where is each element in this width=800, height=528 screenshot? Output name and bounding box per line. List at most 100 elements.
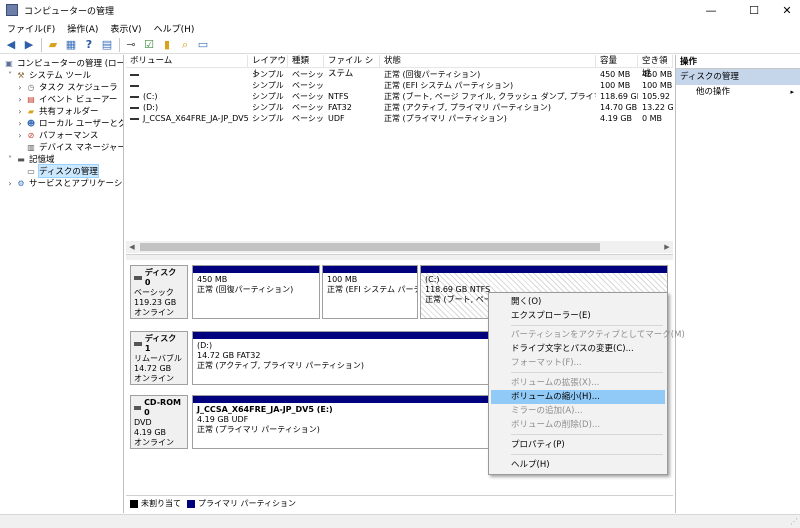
- menu-item-properties[interactable]: プロパティ(P): [491, 438, 665, 452]
- table-row[interactable]: J_CCSA_X64FRE_JA-JP_DV5 (E:) シンプル ベーシック …: [126, 113, 673, 124]
- legend-swatch: [187, 499, 195, 508]
- menu-item-change-drive-letter[interactable]: ドライブ文字とパスの変更(C)...: [491, 342, 665, 356]
- scrollbar-thumb[interactable]: [140, 243, 600, 251]
- resize-grip-icon[interactable]: ⋰: [790, 517, 798, 526]
- actions-pane: 操作 ディスクの管理 他の操作 ▸: [675, 55, 800, 513]
- checklist-icon[interactable]: ☑: [142, 38, 156, 52]
- table-row[interactable]: シンプル ベーシック 正常 (EFI システム パーティション) 100 MB …: [126, 80, 673, 91]
- menu-item-open[interactable]: 開く(O): [491, 295, 665, 309]
- menu-separator: [511, 372, 663, 373]
- chevron-right-icon[interactable]: ›: [16, 95, 24, 104]
- tree-item-disk-management[interactable]: ▭ ディスクの管理: [16, 164, 99, 178]
- new-file-icon[interactable]: ▮: [160, 38, 174, 52]
- connect-icon[interactable]: ⊸: [124, 38, 138, 52]
- table-row[interactable]: (D:) シンプル ベーシック FAT32 正常 (アクティブ, プライマリ パ…: [126, 102, 673, 113]
- disk-0-header[interactable]: ディスク 0 ベーシック 119.23 GB オンライン: [130, 265, 188, 319]
- properties-icon[interactable]: ▤: [100, 38, 114, 52]
- scroll-left-icon[interactable]: ◀: [126, 241, 138, 253]
- tree-item-event-viewer[interactable]: › ▤ イベント ビューアー: [16, 93, 117, 106]
- other-actions-item[interactable]: 他の操作 ▸: [676, 85, 800, 99]
- computer-management-icon: ▣: [5, 58, 13, 68]
- column-header-volume[interactable]: ボリューム: [126, 55, 248, 68]
- list-view-icon[interactable]: ▭: [196, 38, 210, 52]
- pane-splitter[interactable]: [126, 254, 673, 260]
- table-row[interactable]: (C:) シンプル ベーシック NTFS 正常 (ブート, ページ ファイル, …: [126, 91, 673, 102]
- search-icon[interactable]: ⌕: [178, 38, 192, 52]
- tree-item-storage[interactable]: ˅ ▬ 記憶域: [6, 153, 55, 166]
- shared-folder-icon: ▰: [27, 106, 35, 116]
- tree-item-local-users[interactable]: › ☻ ローカル ユーザーとグループ: [16, 117, 123, 130]
- actions-section-disk-management[interactable]: ディスクの管理: [676, 69, 800, 85]
- tree-item-task-scheduler[interactable]: › ◷ タスク スケジューラ: [16, 81, 117, 94]
- back-arrow-icon[interactable]: ◀: [4, 38, 18, 52]
- cdrom-0-header[interactable]: CD-ROM 0 DVD 4.19 GB オンライン: [130, 395, 188, 449]
- show-hide-tree-icon[interactable]: ▦: [64, 38, 78, 52]
- column-header-layout[interactable]: レイアウト: [248, 55, 288, 79]
- chevron-right-icon[interactable]: ›: [6, 179, 14, 188]
- column-header-filesystem[interactable]: ファイル システム: [324, 55, 380, 79]
- clock-icon: ◷: [27, 82, 35, 92]
- partition-efi[interactable]: 100 MB 正常 (EFI システム パーティショ: [322, 265, 418, 319]
- legend-item-primary: プライマリ パーティション: [187, 498, 296, 509]
- close-button[interactable]: ✕: [774, 0, 800, 20]
- chevron-right-icon[interactable]: ›: [16, 83, 24, 92]
- legend-swatch: [130, 499, 138, 508]
- scroll-right-icon[interactable]: ▶: [661, 241, 673, 253]
- cdrom-icon: [134, 406, 142, 410]
- chevron-down-icon[interactable]: ˅: [6, 71, 14, 80]
- table-row[interactable]: シンプル ベーシック 正常 (回復パーティション) 450 MB 450 MB: [126, 69, 673, 80]
- menu-file[interactable]: ファイル(F): [0, 22, 60, 35]
- menu-item-shrink-volume[interactable]: ボリュームの縮小(H)...: [491, 390, 665, 404]
- toolbar-separator: [41, 37, 42, 52]
- disk-icon: [134, 276, 142, 280]
- removable-disk-icon: [134, 342, 142, 346]
- partition-bar: [323, 266, 417, 273]
- minimize-button[interactable]: —: [688, 0, 734, 20]
- chevron-right-icon[interactable]: ›: [16, 131, 24, 140]
- chevron-down-icon[interactable]: ˅: [6, 155, 14, 164]
- volume-icon: [130, 106, 139, 109]
- up-folder-icon[interactable]: ▰: [46, 38, 60, 52]
- tree-item-performance[interactable]: › ⊘ パフォーマンス: [16, 129, 98, 142]
- maximize-button[interactable]: ☐: [731, 0, 777, 20]
- toolbar-separator: [119, 37, 120, 52]
- volume-icon: [130, 73, 139, 76]
- menu-item-explorer[interactable]: エクスプローラー(E): [491, 309, 665, 323]
- partition-recovery[interactable]: 450 MB 正常 (回復パーティション): [192, 265, 320, 319]
- menu-separator: [511, 454, 663, 455]
- menu-item-mark-active: パーティションをアクティブとしてマーク(M): [511, 330, 685, 340]
- menu-separator: [511, 325, 663, 326]
- tree-item-computer-management[interactable]: ▣ コンピューターの管理 (ローカル): [2, 57, 123, 70]
- chevron-right-icon[interactable]: ›: [16, 107, 24, 116]
- menu-help[interactable]: ヘルプ(H): [147, 22, 200, 35]
- navigation-tree: ▣ コンピューターの管理 (ローカル) ˅ ⚒ システム ツール › ◷ タスク…: [0, 55, 124, 513]
- users-icon: ☻: [26, 118, 36, 128]
- volume-icon: [130, 95, 139, 98]
- partition-bar: [421, 266, 667, 273]
- tree-item-shared-folders[interactable]: › ▰ 共有フォルダー: [16, 105, 98, 118]
- volume-icon: [130, 117, 139, 120]
- context-menu: 開く(O) エクスプローラー(E) パーティションをアクティブとしてマーク(M)…: [488, 292, 685, 475]
- partition-bar: [193, 266, 319, 273]
- chevron-right-icon[interactable]: ›: [16, 119, 24, 128]
- menu-view[interactable]: 表示(V): [103, 22, 146, 35]
- tree-item-services-apps[interactable]: › ⚙ サービスとアプリケーション: [6, 177, 123, 190]
- computer-management-icon: [6, 4, 18, 16]
- column-header-capacity[interactable]: 容量: [596, 55, 638, 68]
- menu-separator: [511, 434, 663, 435]
- column-header-type[interactable]: 種類: [288, 55, 324, 68]
- menu-action[interactable]: 操作(A): [60, 22, 103, 35]
- column-header-free-space[interactable]: 空き領域: [638, 55, 673, 79]
- horizontal-scrollbar[interactable]: ◀ ▶: [126, 241, 673, 253]
- tree-item-system-tools[interactable]: ˅ ⚒ システム ツール: [6, 69, 91, 82]
- disk-1-header[interactable]: ディスク 1 リムーバブル 14.72 GB オンライン: [130, 331, 188, 385]
- tree-item-device-manager[interactable]: ▥ デバイス マネージャー: [16, 141, 123, 154]
- forward-arrow-icon[interactable]: ▶: [22, 38, 36, 52]
- column-header-status[interactable]: 状態: [380, 55, 596, 68]
- status-bar: ⋰: [0, 514, 800, 528]
- menu-item-extend-volume: ボリュームの拡張(X)...: [511, 378, 600, 388]
- help-icon[interactable]: ?: [82, 38, 96, 52]
- volume-icon: [130, 84, 139, 87]
- menu-item-help[interactable]: ヘルプ(H): [491, 458, 665, 472]
- event-viewer-icon: ▤: [27, 94, 35, 104]
